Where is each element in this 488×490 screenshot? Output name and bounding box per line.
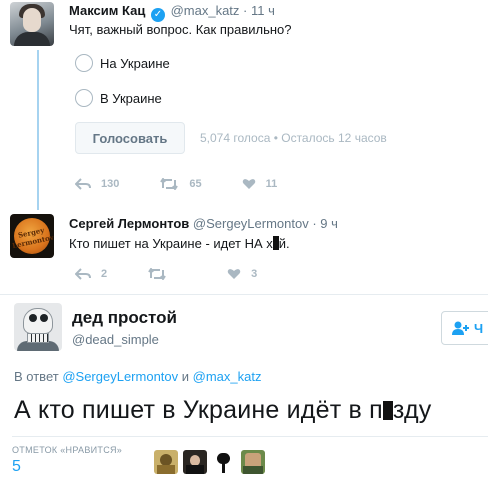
liker-avatar[interactable] [183, 450, 207, 474]
reply-joiner: и [181, 369, 190, 384]
tweet1-header: Максим Кац ✓ @max_katz · 11 ч [69, 3, 275, 22]
main-tweet-text: А кто пишет в Украине идёт в п зду [14, 396, 431, 425]
tweet2-text-part: й. [278, 236, 290, 251]
poll-option-2[interactable]: В Украине [75, 87, 162, 109]
heart-icon [227, 269, 241, 279]
add-user-icon [452, 321, 469, 335]
radio-icon[interactable] [75, 54, 93, 72]
avatar-max-katz[interactable] [10, 2, 54, 46]
main-author-handle[interactable]: @dead_simple [72, 332, 159, 347]
tweet2-time[interactable]: · 9 ч [312, 216, 338, 231]
tweet1-author-name[interactable]: Максим Кац [69, 3, 145, 18]
tweet2-header: Сергей Лермонтов @SergeyLermontov · 9 ч [69, 216, 338, 231]
like-count: 3 [251, 268, 258, 280]
reply-action[interactable]: 2 [75, 268, 107, 280]
tweet2-author-name[interactable]: Сергей Лермонтов [69, 216, 189, 231]
follow-button[interactable]: Ч [441, 311, 488, 345]
avatar-dead-simple[interactable] [14, 303, 62, 351]
vote-button[interactable]: Голосовать [75, 122, 185, 154]
verified-badge-icon: ✓ [150, 8, 165, 22]
reply-count: 130 [101, 178, 120, 190]
tweet1-text: Чят, важный вопрос. Как правильно? [69, 22, 292, 37]
thread-line [37, 50, 39, 210]
retweet-icon [160, 178, 179, 190]
reply-context: В ответ @SergeyLermontov и @max_katz [14, 369, 261, 384]
poll-option-label: В Украине [100, 90, 162, 106]
mention-link[interactable]: @SergeyLermontov [62, 369, 178, 384]
avatar-sergey-lermontov[interactable]: Sergey Lermontov [10, 214, 54, 258]
radio-icon[interactable] [75, 89, 93, 107]
mention-link[interactable]: @max_katz [193, 369, 262, 384]
liker-avatar[interactable] [241, 450, 265, 474]
heart-icon [242, 179, 255, 189]
follow-label: Ч [474, 320, 484, 336]
tweet1-actions: 130 65 11 [75, 178, 317, 190]
divider [12, 436, 488, 437]
poll-meta: 5,074 голоса • Осталось 12 часов [200, 131, 387, 145]
tweet1-time[interactable]: · 11 ч [243, 3, 275, 18]
poll-option-label: На Украине [100, 55, 170, 71]
divider [0, 294, 488, 295]
poll-option-1[interactable]: На Украине [75, 52, 170, 74]
retweet-action[interactable] [147, 268, 177, 280]
tweet2-handle[interactable]: @SergeyLermontov [193, 216, 309, 231]
reply-action[interactable]: 130 [75, 178, 119, 190]
main-text-part: А кто пишет в Украине идёт в п [14, 396, 383, 424]
reply-count: 2 [101, 268, 108, 280]
main-text-part: зду [392, 396, 432, 424]
tweet2-actions: 2 3 [75, 268, 297, 280]
tweet2-text-part: Кто пишет на Украине - идет НА х [69, 236, 273, 251]
retweet-count: 65 [189, 178, 202, 190]
retweet-icon [148, 268, 166, 280]
censor-bar [382, 401, 393, 420]
tweet1-handle[interactable]: @max_katz [171, 3, 240, 18]
reply-icon [75, 268, 91, 280]
retweet-action[interactable]: 65 [159, 178, 202, 190]
likes-label[interactable]: ОТМЕТОК «НРАВИТСЯ» [12, 445, 122, 455]
liker-avatar[interactable] [154, 450, 178, 474]
reply-icon [75, 178, 91, 190]
liker-avatar[interactable] [212, 450, 236, 474]
main-author-name[interactable]: дед простой [72, 308, 177, 328]
like-count: 11 [265, 178, 278, 190]
likes-count[interactable]: 5 [12, 458, 21, 476]
tweet2-text: Кто пишет на Украине - идет НА х й. [69, 236, 290, 251]
like-action[interactable]: 11 [242, 178, 278, 190]
like-action[interactable]: 3 [227, 268, 257, 280]
reply-prefix: В ответ [14, 369, 59, 384]
